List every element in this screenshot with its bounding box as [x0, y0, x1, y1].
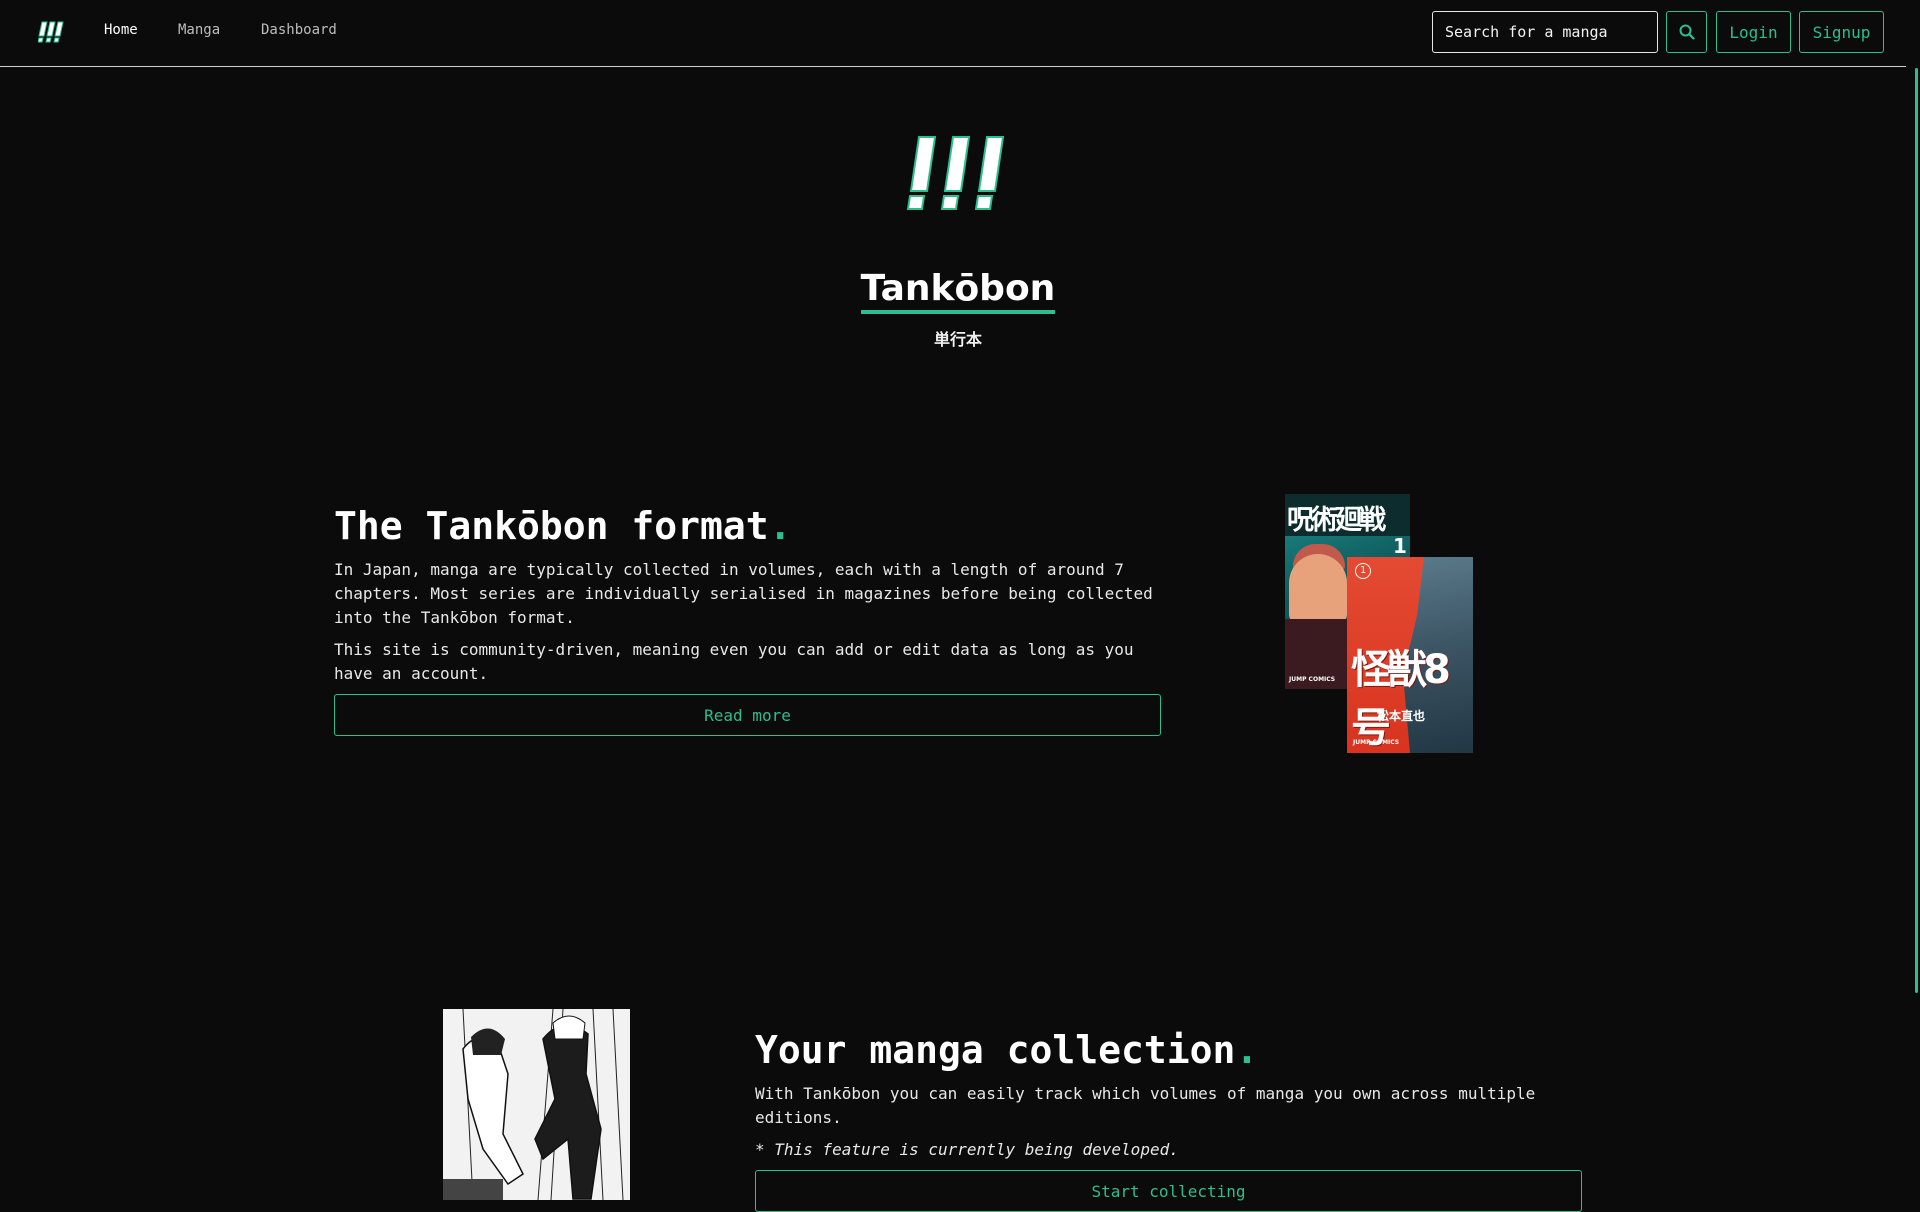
- nav-link-home[interactable]: Home: [104, 22, 138, 38]
- login-button[interactable]: Login: [1716, 11, 1791, 53]
- hero-title: Tankōbon: [0, 268, 1916, 315]
- signup-button[interactable]: Signup: [1799, 11, 1884, 53]
- jjk-cover-title: 呪術廻戦: [1287, 505, 1386, 536]
- search-input[interactable]: [1432, 11, 1658, 53]
- collection-note: * This feature is currently being develo…: [755, 1140, 1179, 1159]
- scrollbar-thumb[interactable]: [1915, 68, 1918, 993]
- format-heading: The Tankōbon format.: [334, 504, 792, 548]
- nav-link-dashboard[interactable]: Dashboard: [261, 22, 337, 38]
- navbar: Home Manga Dashboard Login Signup: [0, 0, 1906, 67]
- brand-logo[interactable]: [38, 20, 64, 44]
- read-more-button[interactable]: Read more: [334, 694, 1161, 736]
- format-paragraph-1: In Japan, manga are typically collected …: [334, 560, 1153, 627]
- manga-panel-image: [443, 1009, 630, 1200]
- collection-heading: Your manga collection.: [755, 1028, 1259, 1072]
- hero-subtitle: 単行本: [933, 330, 982, 349]
- hero-logo: [906, 136, 1005, 210]
- page-scrollbar[interactable]: [1906, 0, 1920, 1200]
- format-paragraph-2: This site is community-driven, meaning e…: [334, 640, 1134, 683]
- search-icon: [1679, 24, 1695, 40]
- collection-paragraph: With Tankōbon you can easily track which…: [755, 1084, 1536, 1127]
- start-collecting-button[interactable]: Start collecting: [755, 1170, 1582, 1212]
- kaiju-cover-author: 松本直也: [1377, 709, 1426, 723]
- kaiju-cover-publisher: JUMP COMICS: [1353, 739, 1400, 746]
- jjk-cover-publisher: JUMP COMICS: [1289, 676, 1336, 683]
- kaiju-cover-volume: 1: [1355, 563, 1371, 579]
- kaiju-cover-image: 1 怪獣8号 松本直也 JUMP COMICS: [1347, 557, 1473, 753]
- kaiju-cover-title: 怪獣8号: [1351, 647, 1451, 751]
- jjk-cover-volume: 1: [1393, 534, 1407, 558]
- nav-link-manga[interactable]: Manga: [178, 22, 220, 38]
- search-button[interactable]: [1666, 11, 1707, 53]
